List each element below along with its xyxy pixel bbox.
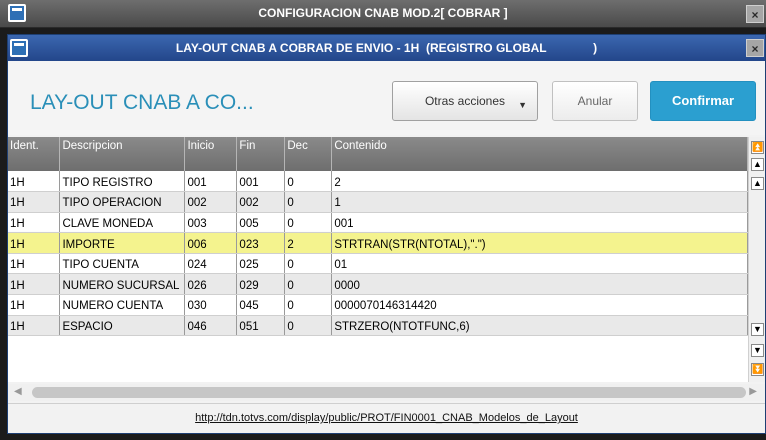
cell-inicio: 046 xyxy=(184,315,238,337)
cell-contenido: 01 xyxy=(331,253,748,275)
cell-ident: 1H xyxy=(8,315,61,337)
layout-grid: Ident. Descripcion Inicio Fin Dec Conten… xyxy=(8,137,748,382)
scroll-up-icon[interactable]: ▲ xyxy=(751,177,764,190)
scroll-right-icon[interactable]: ▶ xyxy=(749,386,757,397)
outer-window-title: CONFIGURACION CNAB MOD.2[ COBRAR ] xyxy=(258,6,508,20)
cell-fin: 029 xyxy=(236,273,286,296)
cell-inicio: 003 xyxy=(184,212,238,234)
table-row[interactable]: 1H NUMERO CUENTA 030 045 0 0000070146314… xyxy=(8,294,748,316)
cell-fin: 051 xyxy=(236,315,286,337)
cell-contenido: 001 xyxy=(331,212,748,234)
cell-dec: 0 xyxy=(284,273,333,296)
scroll-bottom-icon[interactable]: ⏬ xyxy=(751,363,764,376)
table-row[interactable]: 1H ESPACIO 046 051 0 STRZERO(NTOTFUNC,6) xyxy=(8,315,748,337)
table-row[interactable]: 1H TIPO OPERACION 002 002 0 1 xyxy=(8,191,748,213)
cell-inicio: 024 xyxy=(184,253,238,275)
cell-contenido: STRZERO(NTOTFUNC,6) xyxy=(331,315,748,337)
dialog-footer: http://tdn.totvs.com/display/public/PROT… xyxy=(8,403,765,433)
inner-window-title: LAY-OUT CNAB A COBRAR DE ENVIO - 1H (REG… xyxy=(175,41,598,55)
table-row[interactable]: 1H TIPO CUENTA 024 025 0 01 xyxy=(8,253,748,275)
cell-descripcion: TIPO CUENTA xyxy=(59,253,186,275)
horizontal-scrollbar[interactable]: ◀ ▶ xyxy=(8,384,765,401)
layout-dialog: LAY-OUT CNAB A COBRAR DE ENVIO - 1H (REG… xyxy=(7,34,766,434)
cell-inicio: 026 xyxy=(184,273,238,296)
cell-dec: 0 xyxy=(284,171,333,193)
otras-acciones-button[interactable]: Otras acciones ▼ xyxy=(392,81,538,121)
cell-ident: 1H xyxy=(8,273,61,296)
outer-titlebar: CONFIGURACION CNAB MOD.2[ COBRAR ] × xyxy=(0,0,766,28)
table-header-row: Ident. Descripcion Inicio Fin Dec Conten… xyxy=(8,137,748,171)
table-row-selected[interactable]: 1H IMPORTE 006 023 2 STRTRAN(STR(NTOTAL)… xyxy=(8,232,748,254)
table-row[interactable]: 1H NUMERO SUCURSAL 026 029 0 0000 xyxy=(8,273,748,296)
cell-dec: 0 xyxy=(284,315,333,337)
page-title: LAY-OUT CNAB A CO... xyxy=(30,91,254,114)
vertical-scrollbar[interactable]: ⏫ ▲ ▲ ▼ ▼ ⏬ xyxy=(748,137,765,382)
dialog-header: LAY-OUT CNAB A CO... Otras acciones ▼ An… xyxy=(8,61,765,135)
outer-close-button[interactable]: × xyxy=(746,5,764,23)
column-header-inicio[interactable]: Inicio xyxy=(184,137,238,171)
cell-fin: 025 xyxy=(236,253,286,275)
inner-titlebar: LAY-OUT CNAB A COBRAR DE ENVIO - 1H (REG… xyxy=(8,35,765,61)
cell-dec: 0 xyxy=(284,294,333,316)
cell-ident: 1H xyxy=(8,212,61,234)
cell-ident: 1H xyxy=(8,191,61,213)
cell-inicio: 030 xyxy=(184,294,238,316)
table-row[interactable]: 1H CLAVE MONEDA 003 005 0 001 xyxy=(8,212,748,234)
cell-fin: 002 xyxy=(236,191,286,213)
cell-inicio: 006 xyxy=(184,232,238,254)
cell-dec: 0 xyxy=(284,253,333,275)
cell-dec: 0 xyxy=(284,191,333,213)
help-link[interactable]: http://tdn.totvs.com/display/public/PROT… xyxy=(8,412,765,424)
cell-descripcion: CLAVE MONEDA xyxy=(59,212,186,234)
column-header-ident[interactable]: Ident. xyxy=(8,137,61,171)
cell-contenido: 2 xyxy=(331,171,748,193)
scroll-thumb[interactable] xyxy=(32,387,746,398)
inner-close-button[interactable]: × xyxy=(746,39,764,57)
cell-inicio: 001 xyxy=(184,171,238,193)
cell-contenido: STRTRAN(STR(NTOTAL),".") xyxy=(331,232,748,254)
cell-contenido: 0000070146314420 xyxy=(331,294,748,316)
cell-descripcion: IMPORTE xyxy=(59,232,186,254)
cell-descripcion: TIPO REGISTRO xyxy=(59,171,186,193)
scroll-down-icon[interactable]: ▼ xyxy=(751,323,764,336)
column-header-dec[interactable]: Dec xyxy=(284,137,333,171)
layout-table: Ident. Descripcion Inicio Fin Dec Conten… xyxy=(8,137,748,337)
column-header-descripcion[interactable]: Descripcion xyxy=(59,137,186,171)
cell-inicio: 002 xyxy=(184,191,238,213)
cell-fin: 045 xyxy=(236,294,286,316)
cell-contenido: 1 xyxy=(331,191,748,213)
confirmar-button[interactable]: Confirmar xyxy=(650,81,756,121)
anular-button[interactable]: Anular xyxy=(552,81,638,121)
cell-descripcion: NUMERO CUENTA xyxy=(59,294,186,316)
cell-ident: 1H xyxy=(8,294,61,316)
cell-contenido: 0000 xyxy=(331,273,748,296)
cell-fin: 023 xyxy=(236,232,286,254)
column-header-contenido[interactable]: Contenido xyxy=(331,137,748,171)
cell-descripcion: NUMERO SUCURSAL xyxy=(59,273,186,296)
column-header-fin[interactable]: Fin xyxy=(236,137,286,171)
chevron-down-icon: ▼ xyxy=(518,100,527,110)
table-row[interactable]: 1H TIPO REGISTRO 001 001 0 2 xyxy=(8,171,748,193)
cell-ident: 1H xyxy=(8,232,61,254)
cell-ident: 1H xyxy=(8,171,61,193)
scroll-left-icon[interactable]: ◀ xyxy=(14,386,22,397)
page-up-icon[interactable]: ▲ xyxy=(751,158,764,171)
cell-descripcion: ESPACIO xyxy=(59,315,186,337)
cell-fin: 001 xyxy=(236,171,286,193)
cell-ident: 1H xyxy=(8,253,61,275)
scroll-top-icon[interactable]: ⏫ xyxy=(751,141,764,154)
cell-dec: 2 xyxy=(284,232,333,254)
otras-acciones-label: Otras acciones xyxy=(424,94,506,108)
page-down-icon[interactable]: ▼ xyxy=(751,344,764,357)
cell-descripcion: TIPO OPERACION xyxy=(59,191,186,213)
cell-dec: 0 xyxy=(284,212,333,234)
cell-fin: 005 xyxy=(236,212,286,234)
